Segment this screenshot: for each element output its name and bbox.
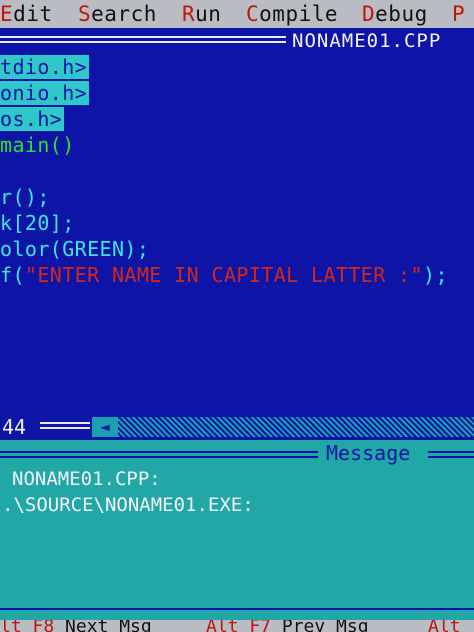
editor-status-row: 44 ◄ bbox=[0, 414, 474, 440]
menu-bar: Edit Search Run Compile Debug P bbox=[0, 0, 474, 28]
title-frame-line bbox=[0, 36, 286, 43]
hint-prev-msg[interactable]: Alt F7 Prev Msg bbox=[206, 620, 369, 632]
code-text-8: olor(GREEN); bbox=[0, 237, 150, 261]
status-frame-line bbox=[40, 422, 90, 429]
horizontal-scrollbar[interactable] bbox=[92, 417, 474, 437]
hint-next-msg-key: lt F8 bbox=[0, 620, 55, 632]
code-text-2: onio.h> bbox=[0, 81, 90, 105]
line-number: 44 bbox=[2, 415, 27, 439]
menu-project-hotkey: P bbox=[452, 2, 466, 26]
message-panel-title: Message bbox=[322, 440, 415, 466]
hint-prev-msg-key: Alt F7 bbox=[206, 620, 272, 632]
message-frame-bottom bbox=[0, 608, 474, 613]
menu-edit-label: dit bbox=[13, 2, 53, 26]
message-line-2[interactable]: .\SOURCE\NONAME01.EXE: bbox=[2, 492, 254, 518]
message-panel: Message NONAME01.CPP: .\SOURCE\NONAME01.… bbox=[0, 440, 474, 620]
menu-run[interactable]: Run bbox=[182, 1, 221, 27]
hint-next-msg-label: Next Msg bbox=[54, 620, 152, 632]
menu-compile-hotkey: C bbox=[246, 2, 260, 26]
menu-run-label: un bbox=[195, 2, 222, 26]
scroll-left-arrow-icon[interactable]: ◄ bbox=[92, 417, 118, 437]
editor-title-bar: NONAME01.CPP bbox=[0, 28, 474, 52]
code-text-1: tdio.h> bbox=[0, 55, 90, 79]
message-frame-line-right bbox=[428, 451, 474, 458]
message-line-1[interactable]: NONAME01.CPP: bbox=[12, 466, 161, 492]
code-line-6: r(); bbox=[0, 184, 50, 210]
code-line-9: f("ENTER NAME IN CAPITAL LATTER :"); bbox=[0, 262, 448, 288]
menu-edit-hotkey: E bbox=[0, 2, 14, 26]
menu-run-hotkey: R bbox=[182, 2, 196, 26]
menu-search-hotkey: S bbox=[78, 2, 92, 26]
hint-prev-msg-label: Prev Msg bbox=[271, 620, 369, 632]
code-text-9c: ); bbox=[423, 263, 448, 287]
code-line-4: main() bbox=[0, 132, 75, 158]
hint-next-msg[interactable]: lt F8 Next Msg bbox=[0, 620, 152, 632]
hint-alt[interactable]: Alt bbox=[428, 620, 461, 632]
editor-filename: NONAME01.CPP bbox=[292, 30, 442, 52]
menu-debug-label: ebug bbox=[375, 2, 428, 26]
menu-search-label: earch bbox=[91, 2, 157, 26]
hint-bar: lt F8 Next Msg Alt F7 Prev Msg Alt bbox=[0, 620, 474, 632]
message-frame-line-left bbox=[0, 451, 318, 458]
hint-alt-key: Alt bbox=[428, 620, 461, 632]
menu-search[interactable]: Search bbox=[78, 1, 157, 27]
code-text-9a: f( bbox=[0, 263, 25, 287]
code-text-6: r(); bbox=[0, 185, 50, 209]
code-line-3: os.h> bbox=[0, 106, 65, 132]
code-string-literal: "ENTER NAME IN CAPITAL LATTER :" bbox=[24, 263, 424, 287]
code-line-8: olor(GREEN); bbox=[0, 236, 149, 262]
code-line-7: k[20]; bbox=[0, 210, 75, 236]
code-text-7: k[20]; bbox=[0, 211, 75, 235]
menu-project[interactable]: P bbox=[452, 1, 465, 27]
code-editor[interactable]: tdio.h> onio.h> os.h> main() r(); k[20];… bbox=[0, 52, 474, 412]
code-text-4: main() bbox=[0, 133, 75, 157]
menu-compile[interactable]: Compile bbox=[246, 1, 338, 27]
code-text-3: os.h> bbox=[0, 107, 65, 131]
code-line-2: onio.h> bbox=[0, 80, 90, 106]
menu-edit[interactable]: Edit bbox=[0, 1, 53, 27]
menu-compile-label: ompile bbox=[259, 2, 339, 26]
menu-debug[interactable]: Debug bbox=[362, 1, 428, 27]
menu-debug-hotkey: D bbox=[362, 2, 376, 26]
code-line-1: tdio.h> bbox=[0, 54, 90, 80]
